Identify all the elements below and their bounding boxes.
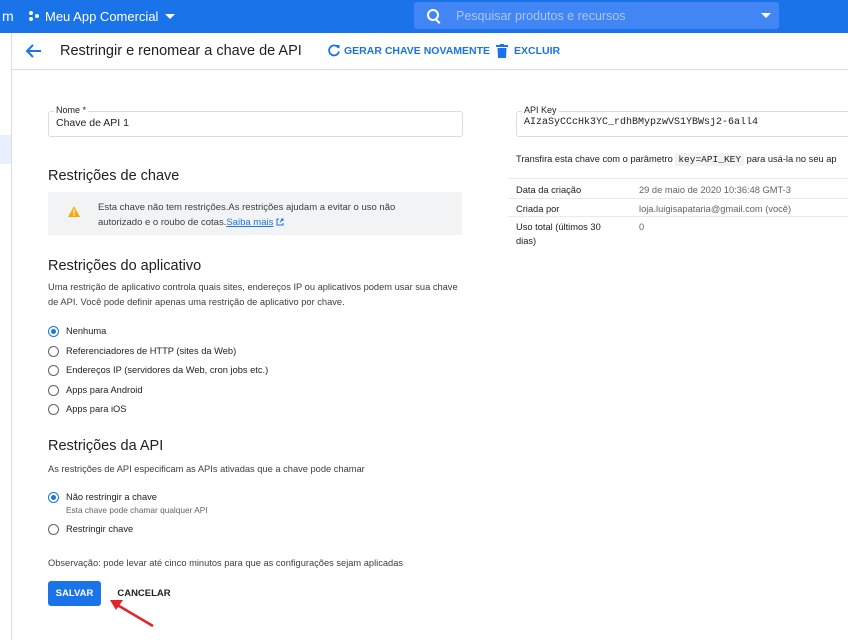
back-arrow-icon[interactable]: [25, 43, 43, 59]
info-value: 29 de maio de 2020 10:36:48 GMT-3: [639, 185, 791, 195]
radio-sublabel: Esta chave pode chamar qualquer API: [66, 505, 208, 515]
name-field: Nome *: [48, 105, 463, 137]
learn-more-label: Saiba mais: [226, 217, 274, 228]
api-key-field: API Key: [516, 105, 848, 137]
info-row: Uso total (últimos 30 dias) 0: [508, 216, 848, 253]
chevron-down-icon: [165, 14, 176, 19]
left-nav-selected-item[interactable]: [0, 135, 11, 164]
warning-banner: Esta chave não tem restrições.As restriç…: [48, 192, 462, 235]
info-value: 0: [639, 222, 645, 232]
radio-button-icon: [48, 326, 59, 337]
radio-label: Apps para iOS: [66, 404, 127, 414]
radio-button-icon: [48, 346, 59, 357]
app-restrictions-description: Uma restrição de aplicativo controla qua…: [48, 282, 458, 307]
radio-app-ios[interactable]: Apps para iOS: [48, 403, 126, 416]
trash-icon: [496, 44, 508, 58]
info-value: loja.luigisapataria@gmail.com (você): [639, 204, 792, 214]
save-button[interactable]: SALVAR: [48, 581, 101, 606]
left-nav-edge: [0, 33, 12, 640]
api-key-value[interactable]: [524, 117, 844, 128]
external-link-icon: [276, 218, 284, 226]
radio-button-icon: [48, 365, 59, 376]
radio-button-icon: [48, 524, 59, 535]
warning-text: Esta chave não tem restrições.As restriç…: [98, 200, 428, 230]
delete-label: EXCLUIR: [514, 45, 561, 57]
info-key: Criada por: [516, 204, 560, 214]
app-restrictions-heading: Restrições do aplicativo: [48, 258, 202, 274]
name-input[interactable]: [56, 117, 426, 129]
warning-icon: [68, 206, 80, 217]
page-title: Restringir e renomear a chave de API: [60, 43, 302, 59]
radio-button-icon: [48, 385, 59, 396]
annotation-arrow-icon: [110, 600, 154, 628]
info-key: Data da criação: [516, 185, 582, 195]
radio-app-none[interactable]: Nenhuma: [48, 325, 106, 338]
radio-label: Apps para Android: [66, 385, 143, 395]
radio-button-icon: [48, 404, 59, 415]
api-restrictions-heading: Restrições da API: [48, 438, 164, 454]
radio-api-unrestricted[interactable]: Não restringir a chave Esta chave pode c…: [48, 491, 208, 516]
regenerate-key-label: GERAR CHAVE NOVAMENTE: [344, 44, 491, 57]
top-app-bar: m Meu App Comercial: [0, 0, 848, 33]
info-key: Uso total (últimos 30 dias): [516, 222, 601, 246]
info-row: Data da criação 29 de maio de 2020 10:36…: [508, 178, 848, 199]
api-key-usage-text: Transfira esta chave com o parâmetro key…: [516, 153, 837, 166]
name-field-label: Nome *: [54, 105, 89, 115]
radio-label: Endereços IP (servidores da Web, cron jo…: [66, 365, 269, 375]
api-key-label: API Key: [522, 105, 559, 115]
delete-button[interactable]: EXCLUIR: [496, 44, 560, 58]
radio-app-http[interactable]: Referenciadores de HTTP (sites da Web): [48, 345, 236, 358]
title-fragment: m: [2, 8, 14, 24]
search-icon: [427, 9, 439, 21]
radio-app-android[interactable]: Apps para Android: [48, 384, 143, 397]
search-dropdown-icon[interactable]: [761, 13, 771, 18]
settings-note: Observação: pode levar até cinco minutos…: [48, 558, 404, 568]
search-input[interactable]: [454, 5, 748, 27]
info-row: Criada por loja.luigisapataria@gmail.com…: [508, 198, 848, 217]
usage-suffix: para usá-la no seu ap: [746, 154, 837, 164]
radio-api-restrict[interactable]: Restringir chave: [48, 523, 133, 536]
project-selector[interactable]: Meu App Comercial: [29, 0, 176, 33]
project-dots-icon: [29, 11, 40, 22]
api-restrictions-description: As restrições de API especificam as APIs…: [48, 464, 365, 474]
key-restrictions-heading: Restrições de chave: [48, 168, 180, 184]
usage-code: key=API_KEY: [675, 153, 745, 166]
refresh-icon: [328, 44, 340, 57]
usage-prefix: Transfira esta chave com o parâmetro: [516, 154, 673, 164]
project-name: Meu App Comercial: [45, 9, 159, 24]
radio-label: Não restringir a chave: [66, 492, 157, 502]
radio-button-icon: [48, 492, 59, 503]
learn-more-link[interactable]: Saiba mais: [226, 217, 273, 228]
radio-app-ip[interactable]: Endereços IP (servidores da Web, cron jo…: [48, 364, 268, 377]
regenerate-key-button[interactable]: GERAR CHAVE NOVAMENTE: [328, 44, 490, 57]
radio-label: Restringir chave: [66, 524, 134, 534]
radio-label: Nenhuma: [66, 326, 107, 336]
radio-label: Referenciadores de HTTP (sites da Web): [66, 346, 237, 356]
search-box[interactable]: [414, 2, 779, 29]
